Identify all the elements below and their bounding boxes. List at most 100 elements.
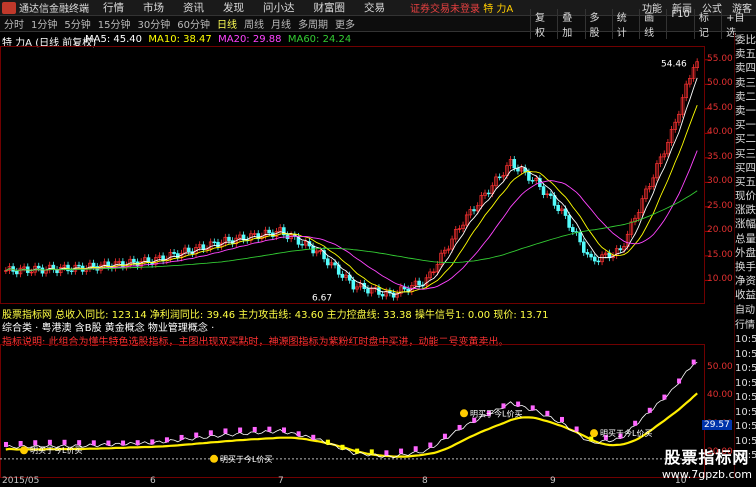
price-tick-label: 45.00: [707, 102, 733, 113]
signal-bar: [560, 416, 564, 422]
low-price-label: 6.67: [312, 294, 332, 304]
signal-bar: [340, 444, 345, 450]
candle-body: [592, 256, 597, 262]
signal-bar: [223, 428, 228, 434]
quote-field-label: 卖三: [735, 76, 756, 89]
menu-discover[interactable]: 发现: [223, 0, 244, 15]
menu-market-quotes[interactable]: 行情: [103, 0, 124, 15]
quote-field-label: 总量: [735, 232, 756, 245]
quote-field-label: 买四: [735, 161, 756, 174]
quote-field-label: 卖四: [735, 62, 756, 75]
signal-bar: [18, 441, 23, 447]
statistics-button[interactable]: 统计: [611, 8, 639, 39]
candle-body: [325, 258, 330, 266]
quote-field-label: 换手: [735, 261, 756, 273]
tab-5min[interactable]: 5分钟: [64, 16, 90, 31]
tab-30min[interactable]: 30分钟: [137, 16, 170, 31]
app-name: 通达信金融终端: [19, 4, 89, 15]
signal-bar: [150, 439, 155, 445]
candle-body: [267, 229, 271, 234]
candle-body: [541, 186, 546, 195]
candle-body: [589, 253, 593, 258]
candle-body: [121, 261, 125, 268]
tab-intraday[interactable]: 分时: [4, 16, 24, 31]
candle-body: [351, 279, 356, 290]
candle-body: [567, 215, 571, 228]
quote-field-label: 买一: [735, 119, 756, 132]
quote-field-label: 涨幅: [735, 218, 756, 231]
signal-smiley-icon: [210, 454, 218, 463]
signal-bar: [267, 426, 272, 432]
tab-weekly[interactable]: 周线: [244, 16, 264, 31]
candle-body: [366, 288, 370, 294]
signal-bar: [662, 394, 667, 400]
menu-trade[interactable]: 交易: [364, 0, 385, 15]
quote-field-label: 卖一: [735, 104, 756, 117]
quote-field-label: 买二: [735, 133, 756, 146]
tab-15min[interactable]: 15分钟: [98, 16, 131, 31]
signal-label: 明买于今L价买: [220, 454, 272, 464]
menu-ask[interactable]: 问小达: [263, 0, 295, 15]
signal-bar: [545, 410, 550, 416]
menu-market[interactable]: 市场: [143, 0, 164, 15]
draw-line-button[interactable]: 画线: [639, 8, 666, 39]
quote-field-label: 买五: [735, 175, 756, 188]
date-label: 8: [422, 476, 428, 486]
indicator-chart[interactable]: 明买于今L价买明买于今L价买明买于今L价买明买于今L价买: [0, 344, 734, 478]
tick-time-label: 10:5: [735, 421, 756, 432]
candle-body: [581, 241, 586, 253]
price-tick-label: 25.00: [707, 200, 733, 211]
date-label: 2015/05: [2, 476, 40, 486]
candle-body: [172, 252, 176, 254]
ma10-label: MA10: 38.47: [148, 34, 212, 45]
tab-more[interactable]: 更多: [335, 16, 355, 31]
tick-time-label: 10:5: [735, 363, 756, 374]
f10-button[interactable]: F10: [666, 8, 693, 39]
signal-bar: [413, 446, 418, 452]
ma60-label: MA60: 24.24: [287, 34, 352, 45]
signal-bar: [179, 434, 184, 440]
signal-bar: [355, 448, 360, 454]
candle-body: [486, 192, 491, 195]
signal-bar: [311, 434, 316, 440]
signal-bar: [77, 440, 82, 446]
restore-button[interactable]: 复权: [530, 8, 557, 39]
signal-bar: [457, 424, 462, 430]
candle-body: [571, 227, 575, 233]
date-label: 6: [150, 476, 156, 486]
menu-news[interactable]: 资讯: [183, 0, 204, 15]
signal-smiley-icon: [20, 446, 28, 455]
candle-body: [132, 258, 136, 263]
candle-body: [585, 252, 590, 255]
indicator-tick-label: 40.00: [707, 390, 733, 401]
tab-60min[interactable]: 60分钟: [177, 16, 210, 31]
tick-time-label: 10:5: [735, 334, 756, 345]
candlestick-chart[interactable]: 54.46 6.67: [0, 46, 734, 304]
login-warning[interactable]: 证券交易未登录 特 力A: [410, 0, 513, 15]
stock-concepts: 综合类 · 粤港澳 含B股 黄金概念 物业管理概念 ·: [2, 323, 215, 334]
candle-body: [69, 270, 74, 272]
candle-body: [556, 204, 560, 212]
tab-1min[interactable]: 1分钟: [31, 16, 57, 31]
multi-stock-button[interactable]: 多股: [584, 8, 612, 39]
quote-field-label: 外盘: [735, 246, 756, 259]
tab-daily[interactable]: 日线: [217, 16, 237, 31]
tab-monthly[interactable]: 月线: [271, 16, 291, 31]
signal-bar: [530, 405, 535, 411]
signal-bar: [516, 401, 521, 407]
signal-bar: [164, 437, 169, 443]
quote-field-label: 收益: [735, 289, 756, 302]
quote-field-label: 现价: [735, 190, 756, 203]
ma-legend: MA5: 45.40 MA10: 38.47 MA20: 29.88 MA60:…: [85, 34, 351, 45]
date-axis: 2015/05 6 7 8 9 10: [0, 476, 734, 487]
candle-body: [618, 248, 623, 251]
price-tick-label: 15.00: [707, 249, 733, 260]
candle-body: [91, 262, 96, 267]
site-watermark: 股票指标网 www.7gpzb.com: [662, 444, 752, 481]
candle-body: [563, 208, 568, 216]
menu-wealth[interactable]: 财富圈: [314, 0, 346, 15]
mark-button[interactable]: 标记: [693, 8, 721, 39]
candle-body: [530, 180, 535, 182]
tab-multi-period[interactable]: 多周期: [298, 16, 328, 31]
overlay-button[interactable]: 叠加: [557, 8, 584, 39]
